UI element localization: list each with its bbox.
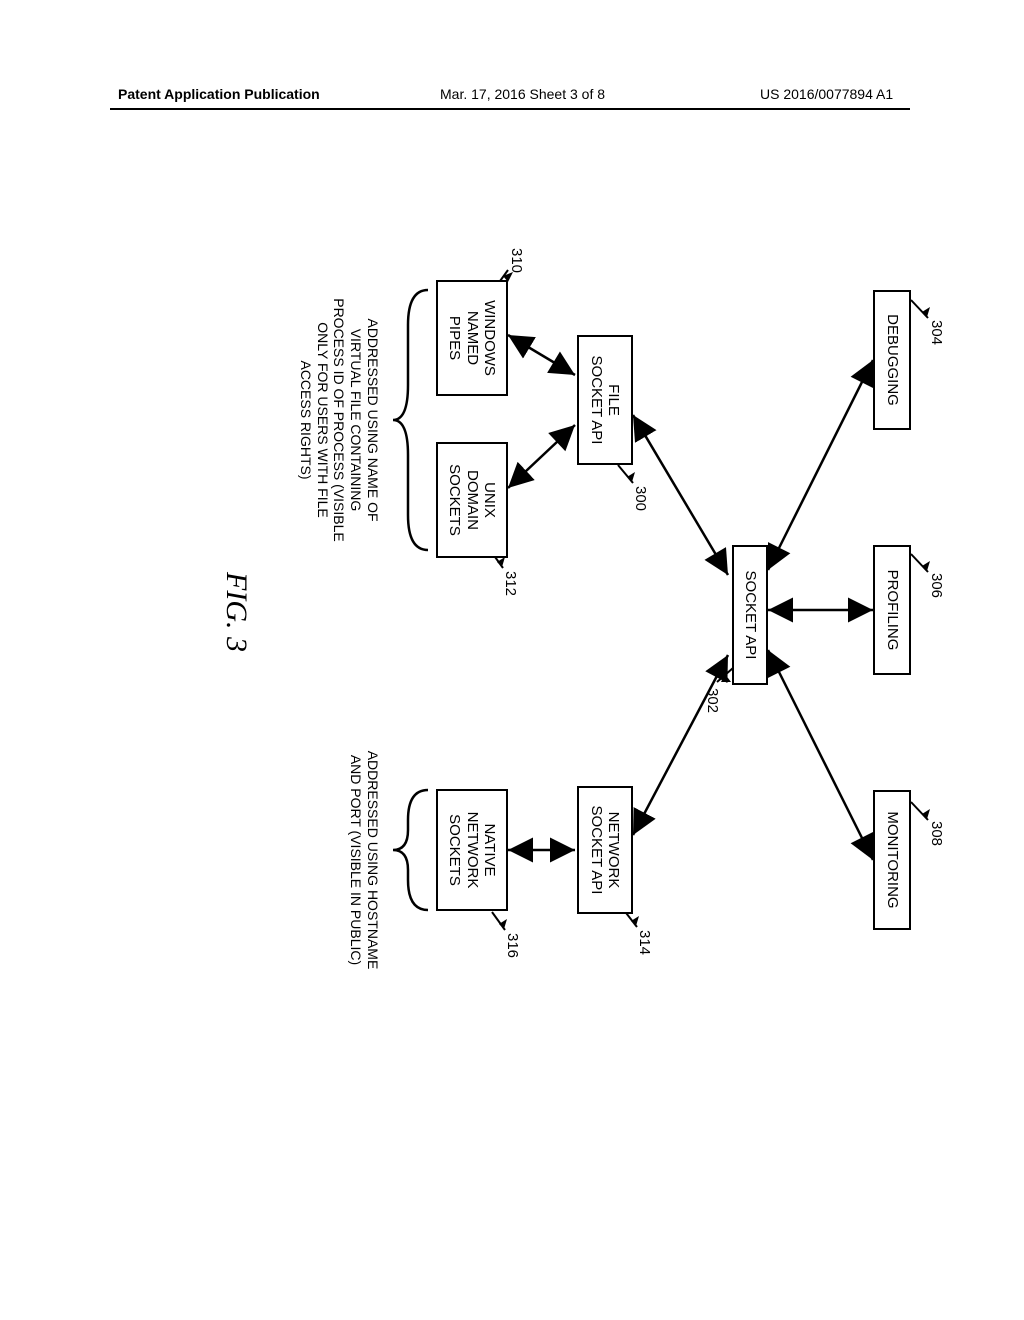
unix-domain-sockets-box: UNIX DOMAIN SOCKETS (436, 442, 508, 558)
socket-api-box: SOCKET API (732, 545, 768, 685)
page: Patent Application Publication Mar. 17, … (0, 0, 1024, 1320)
ref-300: 300 (632, 486, 649, 511)
native-network-sockets-box: NATIVE NETWORK SOCKETS (436, 789, 508, 911)
header-sheet-info: Mar. 17, 2016 Sheet 3 of 8 (440, 86, 605, 102)
ref-316: 316 (504, 933, 521, 958)
header-rule (110, 108, 910, 110)
right-group-label: ADDRESSED USING HOSTNAME AND PORT (VISIB… (347, 730, 381, 990)
ref-314: 314 (636, 930, 653, 955)
page-header: Patent Application Publication Mar. 17, … (0, 86, 1024, 110)
left-group-label: ADDRESSED USING NAME OF VIRTUAL FILE CON… (297, 270, 381, 570)
windows-named-pipes-box: WINDOWS NAMED PIPES (436, 280, 508, 396)
ref-308: 308 (928, 821, 945, 846)
header-doc-number: US 2016/0077894 A1 (760, 86, 893, 102)
ref-310: 310 (508, 248, 525, 273)
ref-304: 304 (928, 320, 945, 345)
diagram-canvas: DEBUGGING PROFILING MONITORING SOCKET AP… (53, 230, 953, 1000)
ref-312: 312 (502, 571, 519, 596)
figure-label: FIG. 3 (219, 572, 253, 652)
file-socket-api-box: FILE SOCKET API (577, 335, 633, 465)
ref-306: 306 (928, 573, 945, 598)
ref-302: 302 (704, 688, 721, 713)
header-publication: Patent Application Publication (118, 86, 320, 102)
monitoring-box: MONITORING (873, 790, 911, 930)
debugging-box: DEBUGGING (873, 290, 911, 430)
profiling-box: PROFILING (873, 545, 911, 675)
network-socket-api-box: NETWORK SOCKET API (577, 786, 633, 914)
